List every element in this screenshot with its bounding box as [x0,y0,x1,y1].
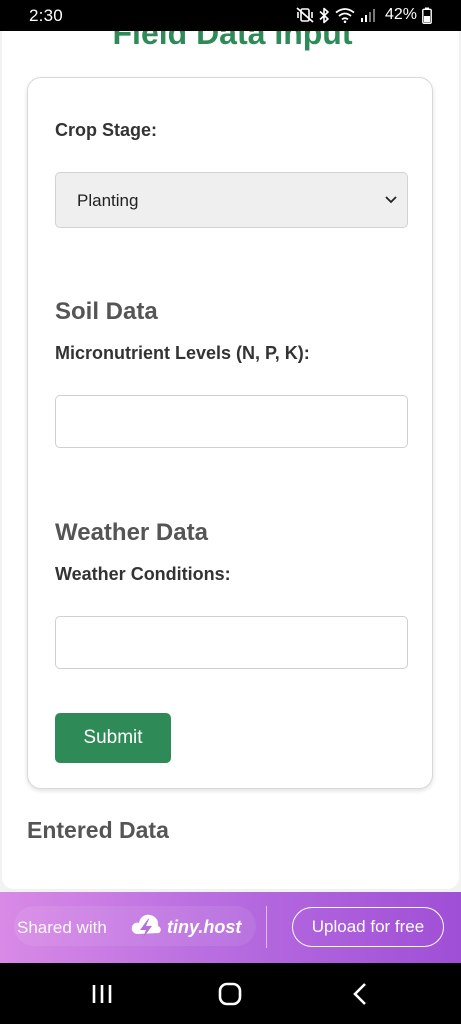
page-title: Field Data Input [112,31,353,51]
tiny-host-banner: Shared with tiny.host Upload for free [0,892,461,963]
crop-stage-value: Planting [77,191,139,210]
weather-conditions-label: Weather Conditions: [55,564,231,584]
status-icons: 42% [296,5,432,25]
web-page: Field Data Input Crop Stage: Planting So… [0,31,461,892]
crop-stage-select[interactable]: Planting [55,172,408,228]
battery-icon [422,7,432,24]
wifi-icon [335,8,355,23]
back-icon[interactable] [346,981,374,1007]
home-icon[interactable] [216,981,244,1007]
mute-vibrate-icon [296,7,314,23]
banner-divider [266,906,267,948]
navigation-bar [0,963,461,1024]
battery-percent: 42% [384,6,417,23]
cloud-bolt-icon [131,914,161,938]
chevron-down-icon [385,196,397,204]
tiny-host-logo[interactable]: tiny.host [167,917,241,938]
micronutrient-label: Micronutrient Levels (N, P, K): [55,343,310,363]
signal-icon [360,9,375,22]
submit-button[interactable]: Submit [55,713,171,763]
crop-stage-label: Crop Stage: [55,120,158,140]
entered-data-heading: Entered Data [27,817,169,843]
upload-for-free-button[interactable]: Upload for free [292,907,444,947]
bluetooth-icon [319,7,329,23]
recents-icon[interactable] [88,981,116,1007]
soil-data-heading: Soil Data [55,298,158,325]
field-data-form: Crop Stage: Planting Soil Data Micronutr… [27,77,433,789]
status-time: 2:30 [29,6,63,25]
weather-data-heading: Weather Data [55,519,208,546]
page-container: Field Data Input Crop Stage: Planting So… [2,31,459,889]
micronutrient-input[interactable] [55,395,408,448]
phone-screen: 2:30 42% Field Data Input Crop Stage: Pl… [0,0,461,1024]
shared-with-text: Shared with [17,918,107,937]
status-bar: 2:30 42% [0,0,461,31]
weather-conditions-input[interactable] [55,616,408,669]
